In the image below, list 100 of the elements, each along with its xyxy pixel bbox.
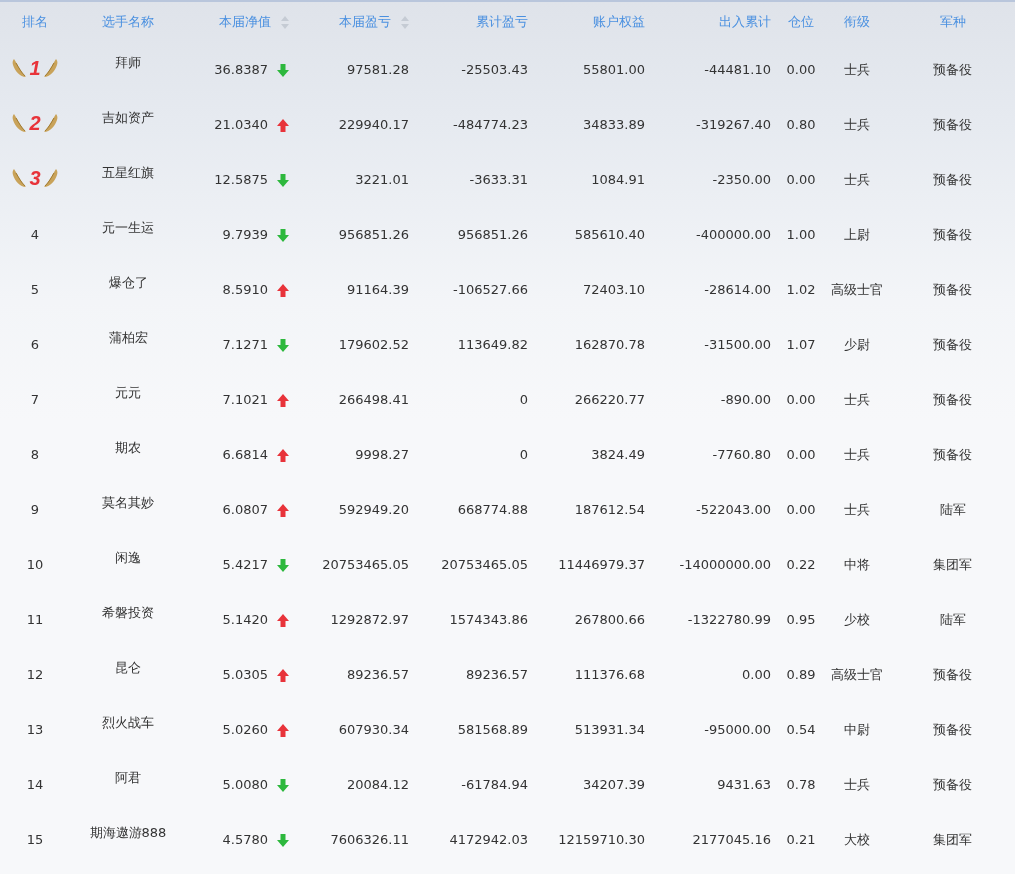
position-cell: 0.78	[786, 777, 816, 792]
player-name: 阿君	[115, 768, 141, 787]
pnl-cell: 20084.12	[346, 777, 409, 792]
pnl-cell: 229940.17	[338, 117, 409, 132]
position-cell: 1.00	[786, 227, 816, 242]
flow-cell: -522043.00	[696, 502, 771, 517]
rank-number: 10	[26, 557, 44, 572]
player-name: 五星红旗	[102, 163, 154, 182]
rank-number: 5	[30, 282, 40, 297]
flow-cell: -14000000.00	[679, 557, 771, 572]
wing-icon	[12, 57, 29, 80]
army-cell: 预备役	[933, 445, 972, 464]
cumulative-cell: 89236.57	[465, 667, 528, 682]
flow-cell: -28614.00	[704, 282, 771, 297]
position-cell: 0.00	[786, 502, 816, 517]
cumulative-cell: 0	[519, 447, 528, 462]
army-cell: 预备役	[933, 170, 972, 189]
cumulative-cell: -25503.43	[461, 62, 528, 77]
position-cell: 0.80	[786, 117, 816, 132]
cumulative-cell: -3633.31	[469, 172, 528, 187]
wing-icon	[41, 57, 58, 80]
column-header[interactable]: 本届净值	[186, 1, 301, 42]
rank-title-cell: 少校	[844, 610, 870, 629]
rank-number: 7	[30, 392, 40, 407]
position-cell: 0.00	[786, 392, 816, 407]
rank-title-cell: 士兵	[844, 445, 870, 464]
rank-number: 13	[26, 722, 44, 737]
army-cell: 预备役	[933, 60, 972, 79]
rank-number: 11	[26, 612, 44, 627]
nav-value: 9.7939	[222, 227, 268, 242]
column-header: 账户权益	[535, 1, 652, 42]
nav-value: 7.1021	[222, 392, 268, 407]
flow-cell: -7760.80	[712, 447, 771, 462]
rank-title-cell: 上尉	[844, 225, 870, 244]
equity-cell: 3824.49	[591, 447, 645, 462]
player-name: 拜师	[115, 53, 141, 72]
equity-cell: 162870.78	[574, 337, 645, 352]
army-cell: 预备役	[933, 665, 972, 684]
cumulative-cell: 20753465.05	[441, 557, 528, 572]
rank-title-cell: 士兵	[844, 60, 870, 79]
equity-cell: 266220.77	[574, 392, 645, 407]
pnl-cell: 956851.26	[338, 227, 409, 242]
wing-icon	[12, 167, 29, 190]
sort-icon[interactable]	[401, 16, 409, 29]
rank-number: 4	[30, 227, 40, 242]
flow-cell: -31500.00	[704, 337, 771, 352]
medal-rank-number: 3	[29, 166, 41, 190]
nav-value: 12.5875	[214, 172, 268, 187]
cumulative-cell: 4172942.03	[449, 832, 528, 847]
nav-value: 6.6814	[222, 447, 268, 462]
pnl-cell: 97581.28	[346, 62, 409, 77]
pnl-cell: 1292872.97	[330, 612, 409, 627]
cumulative-cell: 668774.88	[457, 502, 528, 517]
equity-cell: 187612.54	[574, 502, 645, 517]
position-cell: 1.07	[786, 337, 816, 352]
position-cell: 0.89	[786, 667, 816, 682]
rank-title-cell: 士兵	[844, 500, 870, 519]
flow-cell: -2350.00	[712, 172, 771, 187]
nav-value: 7.1271	[222, 337, 268, 352]
equity-cell: 72403.10	[582, 282, 645, 297]
position-cell: 0.95	[786, 612, 816, 627]
nav-value: 5.0260	[222, 722, 268, 737]
player-name: 闲逸	[115, 548, 141, 567]
pnl-cell: 592949.20	[338, 502, 409, 517]
position-cell: 0.00	[786, 172, 816, 187]
rank-title-cell: 士兵	[844, 170, 870, 189]
cumulative-cell: -106527.66	[453, 282, 528, 297]
column-header: 军种	[890, 1, 1015, 42]
rank-title-cell: 大校	[844, 830, 870, 849]
cumulative-cell: 581568.89	[457, 722, 528, 737]
player-name: 昆仑	[115, 658, 141, 677]
column-header[interactable]: 本届盈亏	[301, 1, 416, 42]
rank-title-cell: 士兵	[844, 390, 870, 409]
position-cell: 0.54	[786, 722, 816, 737]
position-cell: 0.00	[786, 62, 816, 77]
equity-cell: 12159710.30	[558, 832, 645, 847]
flow-cell: -400000.00	[696, 227, 771, 242]
cumulative-cell: 1574343.86	[449, 612, 528, 627]
pnl-cell: 266498.41	[338, 392, 409, 407]
medal-rank-number: 1	[29, 56, 41, 80]
rank-title-cell: 少尉	[844, 335, 870, 354]
equity-cell: 513931.34	[574, 722, 645, 737]
pnl-cell: 89236.57	[346, 667, 409, 682]
nav-value: 5.4217	[222, 557, 268, 572]
army-cell: 陆军	[939, 500, 966, 519]
flow-cell: -44481.10	[704, 62, 771, 77]
nav-value: 4.5780	[222, 832, 268, 847]
cumulative-cell: -61784.94	[461, 777, 528, 792]
army-cell: 预备役	[933, 115, 972, 134]
sort-icon[interactable]	[281, 16, 289, 29]
column-header: 选手名称	[70, 1, 186, 42]
column-header: 仓位	[778, 1, 824, 42]
column-header: 衔级	[824, 1, 890, 42]
player-name: 烈火战车	[102, 713, 154, 732]
position-cell: 0.21	[786, 832, 816, 847]
flow-cell: -890.00	[720, 392, 771, 407]
position-cell: 0.22	[786, 557, 816, 572]
column-header: 累计盈亏	[416, 1, 535, 42]
nav-value: 5.1420	[222, 612, 268, 627]
player-name: 期农	[115, 438, 141, 457]
